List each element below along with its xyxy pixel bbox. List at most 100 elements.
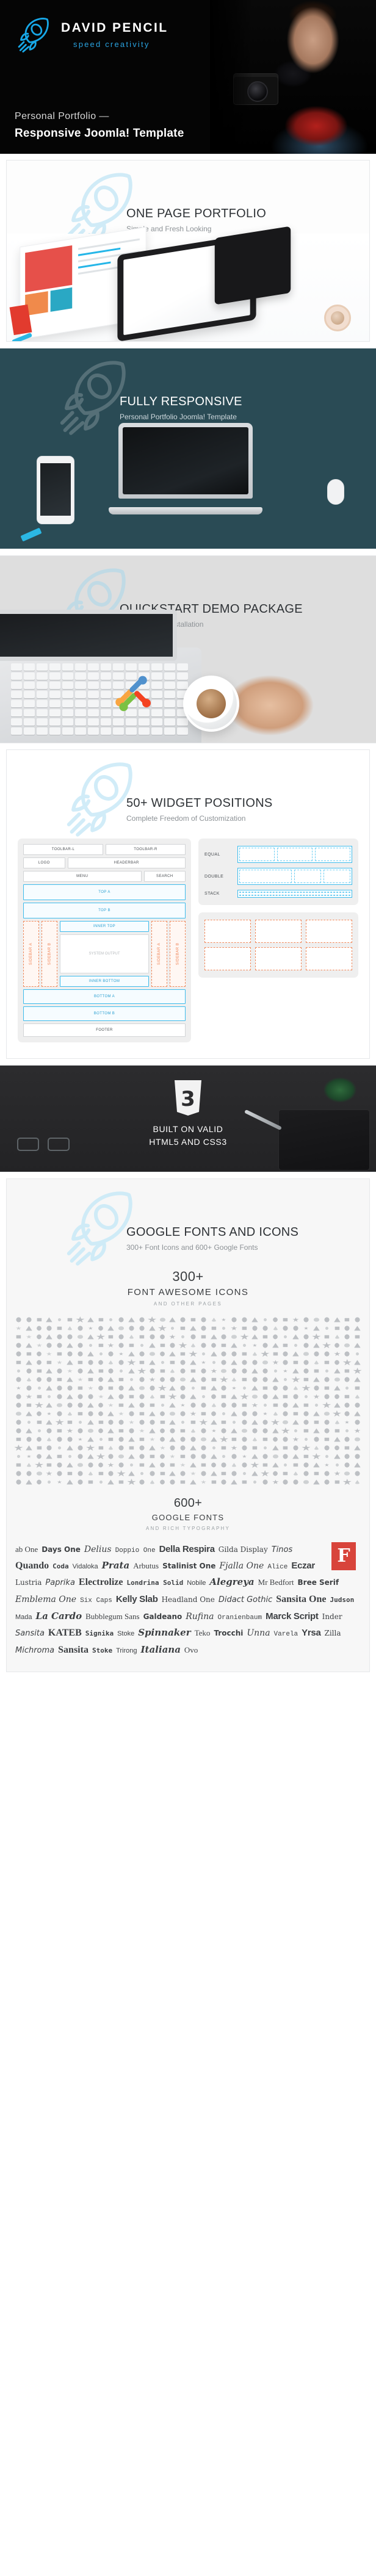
font-awesome-icon [231,1326,237,1330]
font-awesome-icon [117,1385,126,1391]
grid-card[interactable] [255,920,302,943]
grid-slots[interactable] [237,890,352,898]
font-awesome-icon [302,1359,311,1366]
widget-sidebar-b-right[interactable]: SIDEBAR B [170,921,186,987]
widget-sidebar-b-left[interactable]: SIDEBAR B [42,921,57,987]
font-awesome-icon [293,1386,299,1390]
font-awesome-icon [342,1479,352,1485]
font-awesome-icon [272,1377,279,1382]
widget-bottom-a[interactable]: BOTTOM A [23,989,186,1004]
font-awesome-icon [67,1326,73,1330]
font-awesome-icon [219,1462,229,1468]
grid-card[interactable] [204,947,251,970]
font-awesome-icon [77,1377,83,1382]
font-awesome-icon [242,1326,247,1330]
widget-toolbar-l[interactable]: TOOLBAR-L [23,844,103,855]
grid-slot[interactable] [239,848,275,861]
widget-bottom-b[interactable]: BOTTOM B [23,1006,186,1021]
plant-object [319,1068,361,1106]
font-awesome-icon [46,1317,53,1322]
font-specimen: Fjalla One [219,1560,264,1571]
grid-slot[interactable] [315,848,350,861]
font-awesome-icon [241,1471,248,1476]
keyboard-key [11,663,22,671]
font-awesome-icon [139,1360,145,1365]
font-awesome-icon [198,1316,208,1323]
widget-sidebar-a-right[interactable]: SIDEBAR A [151,921,167,987]
font-awesome-icon [14,1427,23,1434]
widget-top-a[interactable]: TOP A [23,884,186,900]
font-awesome-icon [107,1428,115,1434]
font-awesome-icon [137,1316,146,1323]
font-awesome-icon [14,1316,23,1323]
font-awesome-icon [98,1318,103,1322]
font-awesome-icon [272,1343,279,1348]
widget-inner-bottom[interactable]: INNER BOTTOM [60,976,149,987]
font-awesome-icon [322,1393,331,1400]
font-awesome-icon [231,1377,237,1382]
keyboard-key [62,718,73,726]
grid-card[interactable] [255,947,302,970]
font-awesome-icon [26,1463,32,1467]
grid-slot[interactable] [277,848,313,861]
font-awesome-icon [75,1393,85,1400]
grid-slot[interactable] [324,870,350,883]
font-awesome-icon [55,1436,65,1443]
widget-top-b[interactable]: TOP B [23,903,186,918]
font-awesome-icon [107,1377,115,1382]
font-awesome-icon [96,1453,106,1460]
font-specimen: Lustria [15,1578,42,1587]
widget-logo[interactable]: LOGO [23,857,65,868]
widget-search[interactable]: SEARCH [143,871,186,882]
font-awesome-icon [190,1360,197,1365]
font-awesome-icon [67,1471,73,1476]
font-awesome-icon [178,1385,187,1391]
grid-slot[interactable] [239,870,292,883]
widget-sidebar-a-left[interactable]: SIDEBAR A [23,921,39,987]
font-awesome-icon [313,1428,320,1434]
font-awesome-icon [260,1479,270,1485]
font-awesome-icon [261,1470,270,1477]
widget-menu[interactable]: MENU [23,871,142,882]
grid-card[interactable] [204,920,251,943]
font-awesome-icon [46,1394,52,1399]
keyboard-key [62,691,73,698]
font-awesome-icon [240,1393,249,1400]
glasses-object [17,1136,73,1152]
font-awesome-icon [242,1480,247,1484]
grid-slot[interactable] [239,892,350,893]
font-awesome-icon [302,1385,311,1391]
font-awesome-icon [107,1462,114,1467]
font-awesome-icon [108,1360,114,1365]
font-awesome-icon [25,1445,32,1451]
font-awesome-icon [302,1470,311,1477]
grid-card[interactable] [306,947,352,970]
widget-headerbar[interactable]: HEADERBAR [67,857,186,868]
grid-card[interactable] [306,920,352,943]
font-awesome-icon [190,1394,197,1399]
font-awesome-icon [273,1403,278,1407]
keyboard-key [177,663,188,671]
font-awesome-icon [293,1463,298,1467]
font-awesome-icon [179,1335,186,1339]
widget-toolbar-r[interactable]: TOOLBAR-R [106,844,186,855]
font-awesome-icon [149,1480,155,1484]
widget-footer[interactable]: FOOTER [23,1023,186,1037]
font-awesome-icon [241,1386,248,1390]
font-awesome-icon [302,1368,311,1374]
grid-slots[interactable] [237,846,352,863]
keyboard-key [126,727,137,735]
font-awesome-icon [324,1386,329,1390]
font-awesome-icon [85,1410,95,1417]
font-awesome-icon [98,1437,104,1441]
font-awesome-icon [34,1453,44,1460]
grid-slots[interactable] [237,868,352,885]
font-awesome-icon [57,1326,62,1330]
font-awesome-icon [198,1342,208,1349]
font-awesome-icon [14,1342,23,1349]
grid-slot[interactable] [294,870,321,883]
grid-slot[interactable] [239,895,350,896]
font-awesome-icon [139,1412,145,1416]
widget-inner-top[interactable]: INNER TOP [60,921,149,932]
font-awesome-icon [137,1445,146,1451]
